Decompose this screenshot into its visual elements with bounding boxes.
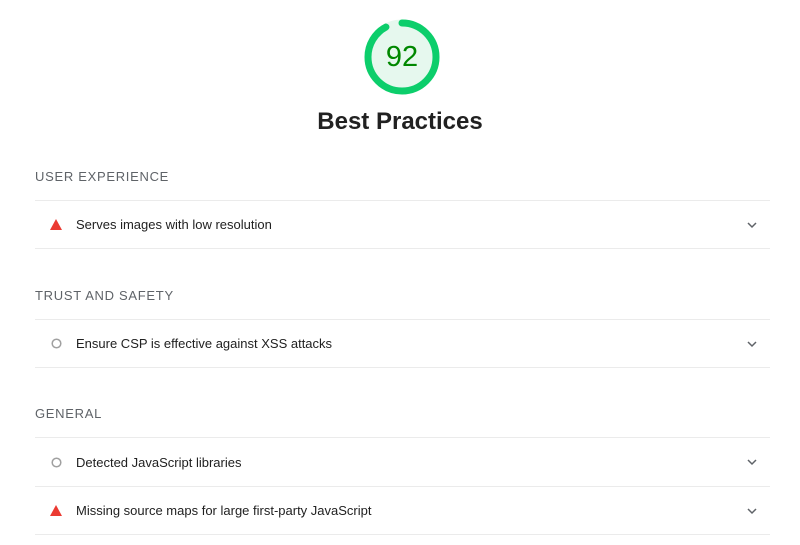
audit-title: Ensure CSP is effective against XSS atta… [76,336,333,351]
audit-row[interactable]: Ensure CSP is effective against XSS atta… [35,319,770,368]
chevron-down-icon[interactable] [746,456,758,468]
circle-icon [50,338,62,350]
circle-icon [50,456,62,468]
gauge-score: 92 [385,40,419,73]
audit-title: Missing source maps for large first-part… [76,503,372,518]
audit-list: Ensure CSP is effective against XSS atta… [35,319,770,368]
audit-title: Serves images with low resolution [76,217,272,232]
section-user-experience: User Experience Serves images with low r… [35,166,770,249]
audit-row[interactable]: Serves images with low resolution [35,200,770,249]
section-general: General Detected JavaScript libraries Mi… [35,403,770,535]
chevron-down-icon[interactable] [746,505,758,517]
audit-row[interactable]: Detected JavaScript libraries [35,437,770,486]
chevron-down-icon[interactable] [746,338,758,350]
score-gauge: 92 [363,18,441,96]
category-title: Best Practices [317,108,483,135]
section-title: User Experience [35,169,170,184]
section-title: Trust and Safety [35,288,174,303]
warning-triangle-icon [50,505,62,517]
audit-title: Detected JavaScript libraries [76,454,242,470]
audit-list: Detected JavaScript libraries Missing so… [35,437,770,535]
chevron-down-icon[interactable] [746,219,758,231]
section-title: General [35,406,103,421]
audit-list: Serves images with low resolution [35,200,770,249]
audit-row[interactable]: Missing source maps for large first-part… [35,486,770,535]
warning-triangle-icon [50,219,62,231]
section-trust-and-safety: Trust and Safety Ensure CSP is effective… [35,285,770,368]
